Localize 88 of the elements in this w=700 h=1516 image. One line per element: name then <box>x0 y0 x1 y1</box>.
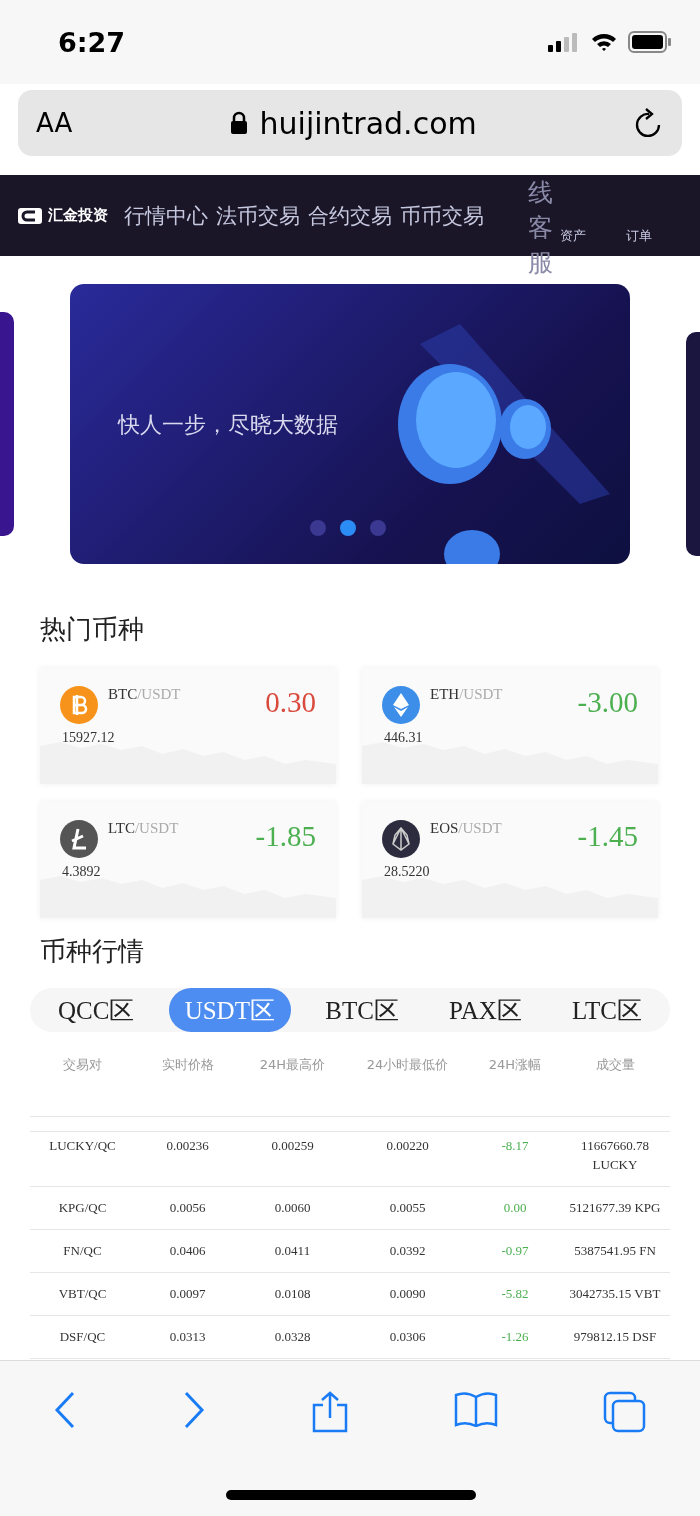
price-value: 4.3892 <box>62 864 101 880</box>
pair-name: BTC/USDT <box>108 686 181 703</box>
price-value: 446.31 <box>384 730 423 746</box>
column-header: 成交量 <box>594 1056 636 1074</box>
table-cell-text: 0.0328 <box>273 1328 312 1346</box>
customer-service-link[interactable]: 线客服 <box>528 175 553 280</box>
change-value: -1.45 <box>577 820 638 853</box>
market-tab[interactable]: BTC区 <box>309 988 415 1032</box>
address-bar[interactable]: AA huijintrad.com <box>18 90 682 156</box>
status-time: 6:27 <box>58 26 126 58</box>
price-value: 15927.12 <box>62 730 115 746</box>
coin-card[interactable]: BTC/USDT 0.30 15927.12 <box>40 668 336 784</box>
table-cell-text: 0.00236 <box>165 1137 210 1155</box>
lock-icon <box>229 111 248 135</box>
table-cell-text: FN/QC <box>62 1242 103 1260</box>
coin-icon <box>382 686 420 724</box>
pair-name: ETH/USDT <box>430 686 503 703</box>
table-cell-text: 0.0392 <box>388 1242 427 1260</box>
table-cell-text: LUCKY/QC <box>48 1137 117 1155</box>
table-cell-text: 5387541.95 FN <box>573 1242 657 1260</box>
coin-icon <box>60 820 98 858</box>
banner-slide[interactable]: 快人一步，尽晓大数据 <box>70 284 630 564</box>
text-size-button[interactable]: AA <box>36 108 73 138</box>
table-cell-text: -1.26 <box>500 1328 530 1346</box>
pair-name: LTC/USDT <box>108 820 179 837</box>
logo-icon <box>18 207 42 224</box>
wifi-icon <box>590 32 618 52</box>
market-tab[interactable]: PAX区 <box>433 988 538 1032</box>
table-cell-text: -0.97 <box>500 1242 530 1260</box>
nav-link[interactable]: 订单 <box>626 226 652 245</box>
change-value: 0.30 <box>265 686 316 719</box>
table-cell-text: KPG/QC <box>57 1199 108 1217</box>
table-cell-text: 0.00220 <box>385 1137 430 1155</box>
logo-text: 汇金投资 <box>48 206 108 225</box>
table-cell-text: 3042735.15 VBT <box>568 1285 662 1303</box>
table-cell-text: 979812.15 DSF <box>572 1328 658 1346</box>
pair-name: EOS/USDT <box>430 820 502 837</box>
nav-link[interactable]: 币币交易 <box>400 201 484 230</box>
table-cell-text: -8.17 <box>500 1137 530 1155</box>
table-cell-text: -5.82 <box>500 1285 530 1303</box>
coin-icon <box>60 686 98 724</box>
table-cell-text: VBT/QC <box>57 1285 108 1303</box>
market-tab[interactable]: QCC区 <box>42 988 151 1032</box>
column-header: 交易对 <box>62 1056 103 1074</box>
nav-link[interactable]: 合约交易 <box>308 201 392 230</box>
section-title: 热门币种 <box>40 613 145 646</box>
carousel-dot[interactable] <box>370 520 386 536</box>
column-header: 实时价格 <box>160 1056 215 1074</box>
tabs-icon[interactable] <box>603 1391 648 1433</box>
coin-card[interactable]: EOS/USDT -1.45 28.5220 <box>362 802 658 918</box>
table-cell-text: 0.0313 <box>168 1328 207 1346</box>
banner-caption: 快人一步，尽晓大数据 <box>118 411 338 439</box>
carousel-dot[interactable] <box>310 520 326 536</box>
coin-card[interactable]: ETH/USDT -3.00 446.31 <box>362 668 658 784</box>
coin-icon <box>382 820 420 858</box>
share-icon[interactable] <box>310 1391 349 1433</box>
battery-icon <box>628 31 672 53</box>
table-cell-text: DSF/QC <box>58 1328 107 1346</box>
table-cell-text: 0.0056 <box>168 1199 207 1217</box>
table-cell-text: 0.0055 <box>388 1199 427 1217</box>
table-cell-text: 0.0108 <box>273 1285 312 1303</box>
nav-link[interactable]: 法币交易 <box>216 201 300 230</box>
table-cell-text: 5121677.39 KPG <box>568 1199 662 1217</box>
table-cell-text: 0.0090 <box>388 1285 427 1303</box>
table-cell-text: 0.0097 <box>168 1285 207 1303</box>
column-header: 24H涨幅 <box>487 1056 543 1074</box>
carousel-dot[interactable] <box>340 520 356 536</box>
table-cell-text: 0.00259 <box>270 1137 315 1155</box>
back-icon[interactable] <box>52 1391 77 1429</box>
section-title: 币种行情 <box>40 935 145 968</box>
url-text: huijintrad.com <box>259 105 477 141</box>
table-cell-text: 0.0306 <box>388 1328 427 1346</box>
nav-link[interactable]: 行情中心 <box>124 201 208 230</box>
coin-card[interactable]: LTC/USDT -1.85 4.3892 <box>40 802 336 918</box>
change-value: -3.00 <box>577 686 638 719</box>
nav-link[interactable]: 资产 <box>560 226 586 245</box>
column-header: 24H最高价 <box>258 1056 327 1074</box>
table-cell-text: 0.0411 <box>273 1242 312 1260</box>
price-value: 28.5220 <box>384 864 430 880</box>
table-cell-text: 0.00 <box>502 1199 528 1217</box>
signal-icon <box>548 32 580 52</box>
table-cell-text: 11667660.78 LUCKY <box>580 1137 650 1174</box>
market-tab[interactable]: LTC区 <box>556 988 658 1032</box>
table-cell-text: 0.0406 <box>168 1242 207 1260</box>
change-value: -1.85 <box>255 820 316 853</box>
column-header: 24小时最低价 <box>365 1056 450 1074</box>
bookmarks-icon[interactable] <box>454 1391 499 1427</box>
table-cell-text: 0.0060 <box>273 1199 312 1217</box>
